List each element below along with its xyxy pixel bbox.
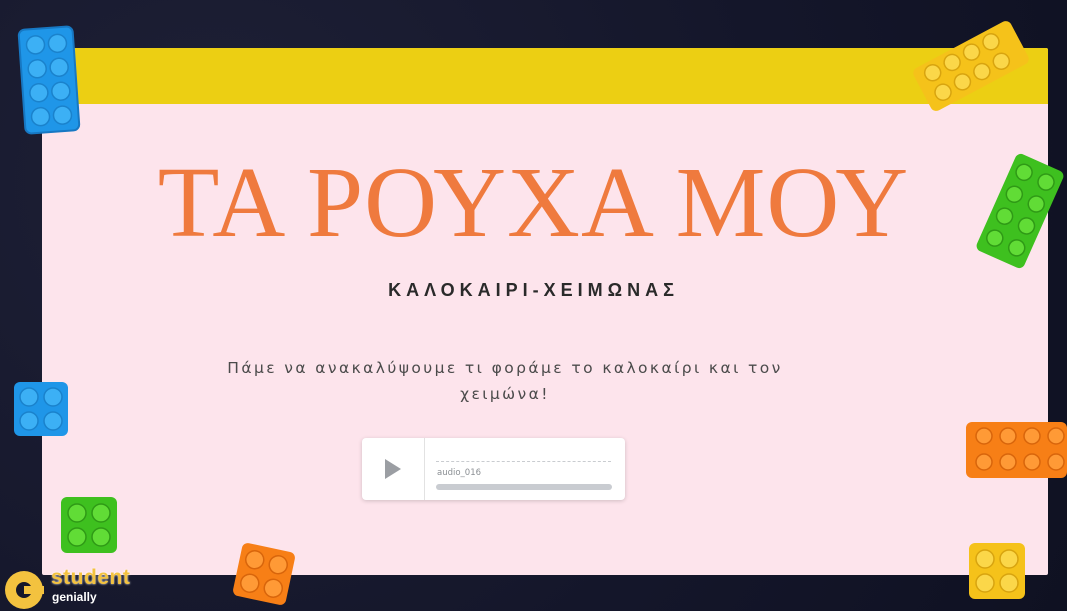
- play-icon: [385, 459, 401, 479]
- slide-title: ΤΑ ΡΟΥΧΑ ΜΟΥ: [157, 146, 910, 258]
- audio-progress-bar[interactable]: [436, 484, 612, 490]
- green-lego-brick-icon: [61, 497, 117, 553]
- play-button[interactable]: [362, 438, 425, 500]
- orange-lego-brick-icon: [233, 543, 295, 605]
- genially-logo-icon: [5, 571, 44, 609]
- audio-player: audio_016: [362, 438, 625, 500]
- yellow-lego-brick-icon: [969, 543, 1025, 599]
- orange-lego-brick-icon: [966, 422, 1067, 478]
- green-lego-brick-icon: [976, 153, 1064, 269]
- top-banner: [42, 48, 1048, 104]
- blue-lego-brick-icon: [17, 25, 81, 135]
- yellow-lego-brick-icon: [913, 21, 1029, 111]
- slide-subtitle: ΚΑΛΟΚΑΙΡΙ-ΧΕΙΜΩΝΑΣ: [388, 280, 679, 300]
- blue-lego-brick-icon: [14, 382, 68, 436]
- audio-waveform-line: [436, 461, 611, 462]
- audio-file-name: audio_016: [437, 468, 482, 478]
- slide-description: Πάμε να ανακαλύψουμε τι φοράμε το καλοκα…: [227, 359, 783, 403]
- genially-label: genially: [52, 590, 97, 604]
- student-label: student: [51, 566, 131, 589]
